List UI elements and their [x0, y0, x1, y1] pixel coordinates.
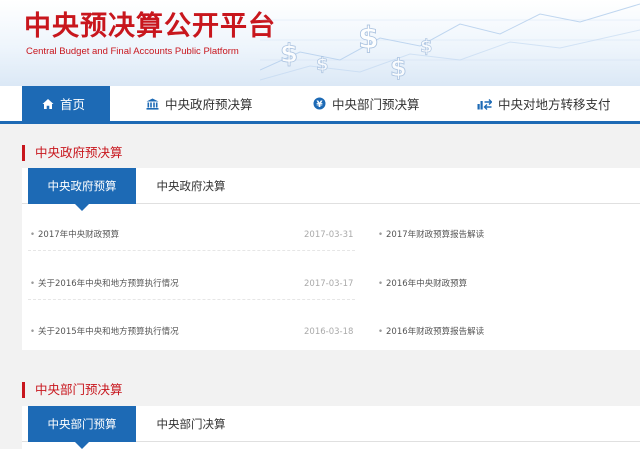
nav-item-government-budget[interactable]: 中央政府预决算 [146, 86, 266, 121]
svg-text:$: $ [390, 54, 407, 82]
section-title-government-budget: 中央政府预决算 [22, 145, 123, 161]
nav-item-label: 首页 [60, 97, 86, 112]
divider [28, 299, 355, 300]
list-item-title: 2017年财政预算报告解读 [386, 230, 485, 240]
list-item-title: 2016年财政预算报告解读 [386, 327, 485, 337]
list-item-title: 2016年中央财政预算 [386, 279, 468, 289]
government-budget-tabs: 中央政府预算 中央政府决算 [22, 168, 640, 211]
list-item[interactable]: • 2017年中央财政预算 [30, 229, 119, 241]
svg-text:$: $ [316, 54, 329, 75]
nav-item-transfer-payment[interactable]: 中央对地方转移支付 [477, 86, 637, 121]
tab-central-government-budget[interactable]: 中央政府预算 [28, 168, 136, 211]
site-logo-title[interactable]: 中央预决算公开平台 [24, 11, 276, 43]
list-item[interactable]: • 关于2015年中央和地方预算执行情况 [30, 326, 179, 338]
list-item-title: 关于2016年中央和地方预算执行情况 [38, 279, 179, 289]
transfer-payment-icon [477, 98, 492, 110]
nav-item-label: 中央部门预决算 [332, 97, 420, 112]
nav-item-home[interactable]: 首页 [22, 86, 110, 121]
site-logo-subtitle: Central Budget and Final Accounts Public… [26, 46, 239, 57]
nav-item-label: 中央政府预决算 [165, 97, 253, 112]
yuan-coin-icon: ¥ [313, 97, 326, 110]
government-budget-panel: 中央政府预算 中央政府决算 • 2017年中央财政预算 2017-03-31 • 关… [22, 168, 640, 350]
list-item[interactable]: • 2016年财政预算报告解读 [378, 326, 484, 338]
nav-item-label: 中央对地方转移支付 [498, 97, 611, 112]
svg-text:¥: ¥ [316, 100, 323, 110]
tab-central-department-final-accounts[interactable]: 中央部门决算 [136, 406, 246, 442]
header-currency-decoration: $ $ $ $ $ [260, 3, 640, 82]
list-item-title: 2017年中央财政预算 [38, 230, 120, 240]
tab-central-government-final-accounts[interactable]: 中央政府决算 [136, 168, 246, 204]
tab-central-department-budget[interactable]: 中央部门预算 [28, 406, 136, 449]
svg-text:$: $ [420, 36, 433, 57]
list-item[interactable]: • 关于2016年中央和地方预算执行情况 [30, 278, 179, 290]
list-item[interactable]: • 2017年财政预算报告解读 [378, 229, 484, 241]
nav-item-department-budget[interactable]: ¥ 中央部门预决算 [313, 86, 433, 121]
section-title-department-budget: 中央部门预决算 [22, 382, 123, 398]
list-item[interactable]: • 2016年中央财政预算 [378, 278, 467, 290]
home-icon [42, 98, 54, 110]
list-item-date: 2017-03-31 [304, 230, 354, 240]
site-header: 中央预决算公开平台 Central Budget and Final Accou… [0, 0, 640, 86]
divider [28, 250, 355, 251]
list-item-title: 关于2015年中央和地方预算执行情况 [38, 327, 179, 337]
svg-text:$: $ [358, 21, 379, 56]
list-item-date: 2017-03-17 [304, 279, 354, 289]
svg-text:$: $ [280, 39, 298, 69]
department-budget-tabs: 中央部门预算 中央部门决算 [22, 406, 640, 449]
main-nav: 首页 中央政府预决算 ¥ 中央部门预决算 中央对地方转移支付 [0, 86, 640, 124]
government-building-icon [146, 98, 159, 110]
list-item-date: 2016-03-18 [304, 327, 354, 337]
department-budget-panel: 中央部门预算 中央部门决算 [22, 406, 640, 449]
